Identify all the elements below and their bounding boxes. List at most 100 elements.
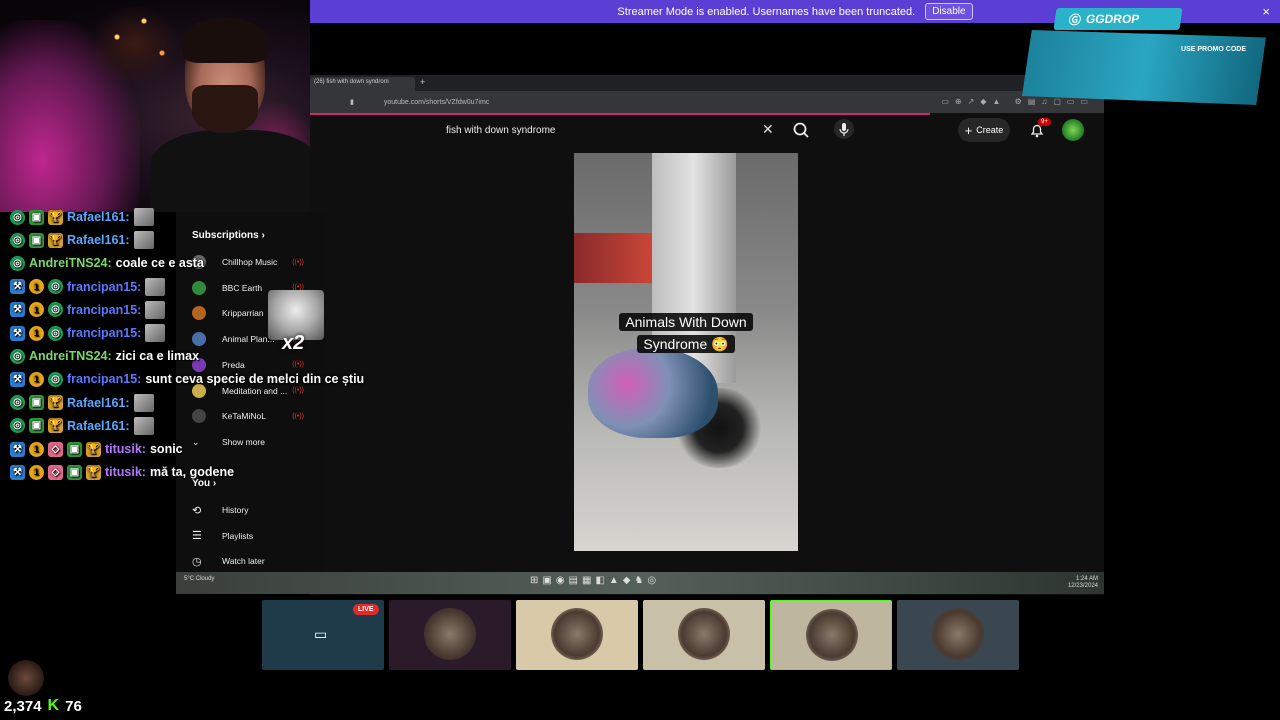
plus-icon: + <box>964 122 973 138</box>
chat-username[interactable]: francipan15: <box>67 326 141 340</box>
subscriber-badge-icon: 🏆 <box>86 441 101 457</box>
subscriber-badge-icon: 🏆 <box>48 395 63 411</box>
tab-title: (26) fish with down syndrom <box>314 79 389 85</box>
sidebar-item-history[interactable]: ⟲ History <box>192 500 322 520</box>
chat-username[interactable]: francipan15: <box>67 372 141 386</box>
search-input[interactable]: fish with down syndrome <box>436 117 782 143</box>
chat-message: ⚒ 1 ◎ francipan15: <box>10 299 166 321</box>
avatar[interactable] <box>1062 119 1084 141</box>
moderator-badge-icon: ⚒ <box>10 279 25 295</box>
sidebar-item-playlists[interactable]: ☰ Playlists <box>192 526 322 546</box>
weather-widget[interactable]: 5°C Cloudy <box>184 576 214 582</box>
camera-badge-icon: ◎ <box>10 255 25 271</box>
banner-text: Streamer Mode is enabled. Usernames have… <box>617 5 916 18</box>
chat-text: sonic <box>149 442 183 456</box>
chat-message: ◎ AndreiTNS24: zici ca e limax <box>10 345 199 367</box>
chat-username[interactable]: Rafael161: <box>67 419 130 433</box>
kick-icon: K <box>47 697 60 714</box>
taskbar-app-icons[interactable]: ⊞▣◉▤▦◧▲◆♞◎ <box>530 575 660 586</box>
bookmark-icon[interactable]: ▮ <box>350 98 354 106</box>
chat-message: ⚒ 1 ◇ ▣ 🏆 titusik: mă ta, godene <box>10 461 234 483</box>
chat-message: ◎ ▣ 🏆 Rafael161: <box>10 392 154 414</box>
participant-avatar <box>551 608 603 660</box>
search-value: fish with down syndrome <box>446 124 556 136</box>
tier-one-badge-icon: 1 <box>29 464 44 480</box>
watch-later-icon: ◷ <box>192 555 202 568</box>
taskbar-clock[interactable]: 1:24 AM 12/23/2024 <box>1068 576 1098 590</box>
chat-username[interactable]: Rafael161: <box>67 396 130 410</box>
notification-count: 9+ <box>1038 118 1051 126</box>
moderator-badge-icon: ⚒ <box>10 371 25 387</box>
participant-avatar <box>424 608 476 660</box>
search-icon[interactable] <box>790 120 812 140</box>
emote-icon <box>133 416 154 435</box>
chat-username[interactable]: AndreiTNS24: <box>29 256 112 270</box>
promo-banner: USE PROMO CODE <box>1022 30 1266 105</box>
chat-overlay: ◎ ▣ 🏆 Rafael161: ◎ ▣ 🏆 Rafael161: ◎ AndreiTNS24: c… <box>0 206 400 496</box>
mic-icon[interactable] <box>834 119 854 139</box>
chat-message: ◎ AndreiTNS24: coale ce e asta <box>10 252 204 274</box>
emote-icon <box>145 324 166 342</box>
stream-stats: 2,374 K 76 <box>4 697 82 715</box>
address-bar[interactable]: ▮ youtube.com/shorts/VZfdw0u7imc ▭⊕↗◆▲ ⚙… <box>310 91 1104 113</box>
chat-message: ⚒ 1 ◇ ▣ 🏆 titusik: sonic <box>10 438 183 460</box>
moderator-badge-icon: ⚒ <box>10 441 25 457</box>
participant-avatar <box>806 609 858 661</box>
extensions-icons[interactable]: ▭⊕↗◆▲ ⚙▤♫▢▭▭ <box>941 97 1094 106</box>
new-tab-icon[interactable]: + <box>420 77 425 87</box>
close-icon[interactable]: × <box>1262 4 1270 19</box>
browser-window: (26) fish with down syndrom + ▮ youtube.… <box>310 75 1104 595</box>
gift-badge-icon: ▣ <box>67 464 82 480</box>
chat-username[interactable]: titusik: <box>105 465 146 479</box>
card-avatar-3[interactable] <box>516 600 638 670</box>
subscriber-badge-icon: 🏆 <box>48 232 63 248</box>
youtube-header: fish with down syndrome ✕ + Create 9+ <box>310 115 1104 145</box>
subscriber-badge-icon: 🏆 <box>48 418 63 434</box>
moderator-badge-icon: ⚒ <box>10 302 25 318</box>
chat-username[interactable]: titusik: <box>105 442 146 456</box>
card-avatar-4[interactable] <box>643 600 765 670</box>
webcam-feed <box>0 0 310 212</box>
g-icon: Ⓖ <box>1067 12 1082 27</box>
chat-username[interactable]: Rafael161: <box>67 210 130 224</box>
chat-message: ⚒ 1 ◎ francipan15: sunt ceva specie de melci… <box>10 368 364 390</box>
windows-taskbar: 5°C Cloudy ⊞▣◉▤▦◧▲◆♞◎ 1:24 AM 12/23/2024 <box>176 572 1104 594</box>
emote-icon <box>145 300 166 319</box>
clear-search-icon[interactable]: ✕ <box>762 121 774 138</box>
card-avatar-6[interactable] <box>897 600 1019 670</box>
sidebar-item-watch-later[interactable]: ◷ Watch later <box>192 551 322 571</box>
playlists-icon: ☰ <box>192 530 202 542</box>
gift-badge-icon: ▣ <box>29 232 44 248</box>
camera-badge-icon: ◎ <box>48 325 63 341</box>
short-video[interactable]: Animals With Down Syndrome 😳 <box>574 153 798 551</box>
card-avatar-2[interactable] <box>389 600 511 670</box>
gift-badge-icon: ▣ <box>67 441 82 457</box>
chat-username[interactable]: francipan15: <box>67 303 141 317</box>
gift-badge-icon: ▣ <box>29 209 44 225</box>
promo-text: USE PROMO CODE <box>1181 46 1246 53</box>
emote-multiplier: x2 <box>282 332 305 354</box>
tier-one-badge-icon: 1 <box>29 325 44 341</box>
gift-badge-icon: ▣ <box>29 395 44 411</box>
chat-username[interactable]: AndreiTNS24: <box>29 349 112 363</box>
chat-username[interactable]: Rafael161: <box>67 233 130 247</box>
tier-one-badge-icon: 1 <box>29 302 44 318</box>
tier-one-badge-icon: 1 <box>29 371 44 387</box>
screen-icon: ▭ <box>314 626 328 642</box>
disable-button[interactable]: Disable <box>925 3 973 20</box>
create-button[interactable]: + Create <box>958 118 1010 142</box>
card-avatar-5[interactable] <box>770 600 892 670</box>
follower-count: 76 <box>65 697 82 715</box>
moderator-badge-icon: ⚒ <box>10 325 25 341</box>
camera-badge-icon: ◎ <box>10 395 25 411</box>
participant-avatar <box>678 608 730 660</box>
tab-active[interactable]: (26) fish with down syndrom <box>310 77 415 91</box>
chat-username[interactable]: francipan15: <box>67 280 141 294</box>
url-text[interactable]: youtube.com/shorts/VZfdw0u7imc <box>384 99 489 106</box>
history-icon: ⟲ <box>192 504 202 517</box>
emote-icon <box>133 208 154 226</box>
streamer-avatar <box>8 660 44 696</box>
tier-one-badge-icon: 1 <box>29 279 44 295</box>
chat-message: ◎ ▣ 🏆 Rafael161: <box>10 229 154 251</box>
emote-icon <box>133 231 154 250</box>
